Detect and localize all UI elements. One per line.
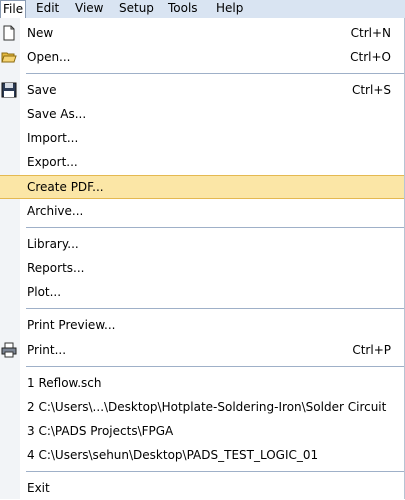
recent-file-label: 2 C:\Users\...\Desktop\Hotplate-Solderin… xyxy=(27,400,387,414)
menu-item-export-label: Export... xyxy=(27,155,78,169)
menu-item-plot[interactable]: Plot... xyxy=(0,280,404,304)
menu-item-print-preview-label: Print Preview... xyxy=(27,318,116,332)
menu-item-print[interactable]: Print... Ctrl+P xyxy=(0,338,404,362)
file-menu-dropdown: New Ctrl+N Open... Ctrl+O Save Ctrl+S Sa… xyxy=(0,18,405,499)
menu-separator xyxy=(26,366,404,367)
menu-item-new[interactable]: New Ctrl+N xyxy=(0,21,404,45)
menu-item-open-shortcut: Ctrl+O xyxy=(350,50,391,64)
menu-separator xyxy=(26,73,404,74)
menu-item-open[interactable]: Open... Ctrl+O xyxy=(0,45,404,69)
menu-separator xyxy=(26,227,404,228)
menu-item-save-as[interactable]: Save As... xyxy=(0,102,404,126)
menu-view[interactable]: View xyxy=(75,0,103,18)
menu-item-import[interactable]: Import... xyxy=(0,126,404,150)
menu-item-create-pdf[interactable]: Create PDF... xyxy=(0,175,404,199)
menu-item-exit-label: Exit xyxy=(27,481,50,495)
new-document-icon xyxy=(1,25,17,41)
menu-item-import-label: Import... xyxy=(27,131,79,145)
recent-file-4[interactable]: 4 C:\Users\sehun\Desktop\PADS_TEST_LOGIC… xyxy=(0,443,404,467)
printer-icon xyxy=(1,342,17,358)
menu-item-print-label: Print... xyxy=(27,343,67,357)
menu-item-save-as-label: Save As... xyxy=(27,107,87,121)
recent-file-1[interactable]: 1 Reflow.sch xyxy=(0,371,404,395)
recent-file-label: 4 C:\Users\sehun\Desktop\PADS_TEST_LOGIC… xyxy=(27,448,319,462)
menu-item-print-shortcut: Ctrl+P xyxy=(352,343,391,357)
menu-item-archive[interactable]: Archive... xyxy=(0,199,404,223)
menu-item-create-pdf-label: Create PDF... xyxy=(27,180,104,194)
menu-item-export[interactable]: Export... xyxy=(0,150,404,174)
menu-tools[interactable]: Tools xyxy=(168,0,198,18)
floppy-disk-icon xyxy=(1,82,17,98)
recent-file-2[interactable]: 2 C:\Users\...\Desktop\Hotplate-Solderin… xyxy=(0,395,404,419)
menu-item-save-label: Save xyxy=(27,83,57,97)
menu-item-plot-label: Plot... xyxy=(27,285,62,299)
menu-item-library[interactable]: Library... xyxy=(0,232,404,256)
menu-item-new-shortcut: Ctrl+N xyxy=(350,26,391,40)
menu-item-new-label: New xyxy=(27,26,54,40)
menu-file[interactable]: File xyxy=(0,0,26,19)
menu-help[interactable]: Help xyxy=(216,0,243,18)
menu-item-archive-label: Archive... xyxy=(27,204,84,218)
menu-item-exit[interactable]: Exit xyxy=(0,476,404,500)
menu-item-open-label: Open... xyxy=(27,50,71,64)
menu-item-reports[interactable]: Reports... xyxy=(0,256,404,280)
menu-item-save[interactable]: Save Ctrl+S xyxy=(0,78,404,102)
open-folder-icon xyxy=(1,49,17,65)
menu-edit[interactable]: Edit xyxy=(36,0,59,18)
menu-item-print-preview[interactable]: Print Preview... xyxy=(0,313,404,337)
menu-item-reports-label: Reports... xyxy=(27,261,85,275)
menu-separator xyxy=(26,471,404,472)
menu-setup[interactable]: Setup xyxy=(119,0,154,18)
menu-item-library-label: Library... xyxy=(27,237,79,251)
menu-item-save-shortcut: Ctrl+S xyxy=(351,83,391,97)
recent-file-label: 1 Reflow.sch xyxy=(27,376,102,390)
recent-file-3[interactable]: 3 C:\PADS Projects\FPGA xyxy=(0,419,404,443)
menu-bar: File Edit View Setup Tools Help xyxy=(0,0,405,19)
menu-separator xyxy=(26,308,404,309)
recent-file-label: 3 C:\PADS Projects\FPGA xyxy=(27,424,174,438)
